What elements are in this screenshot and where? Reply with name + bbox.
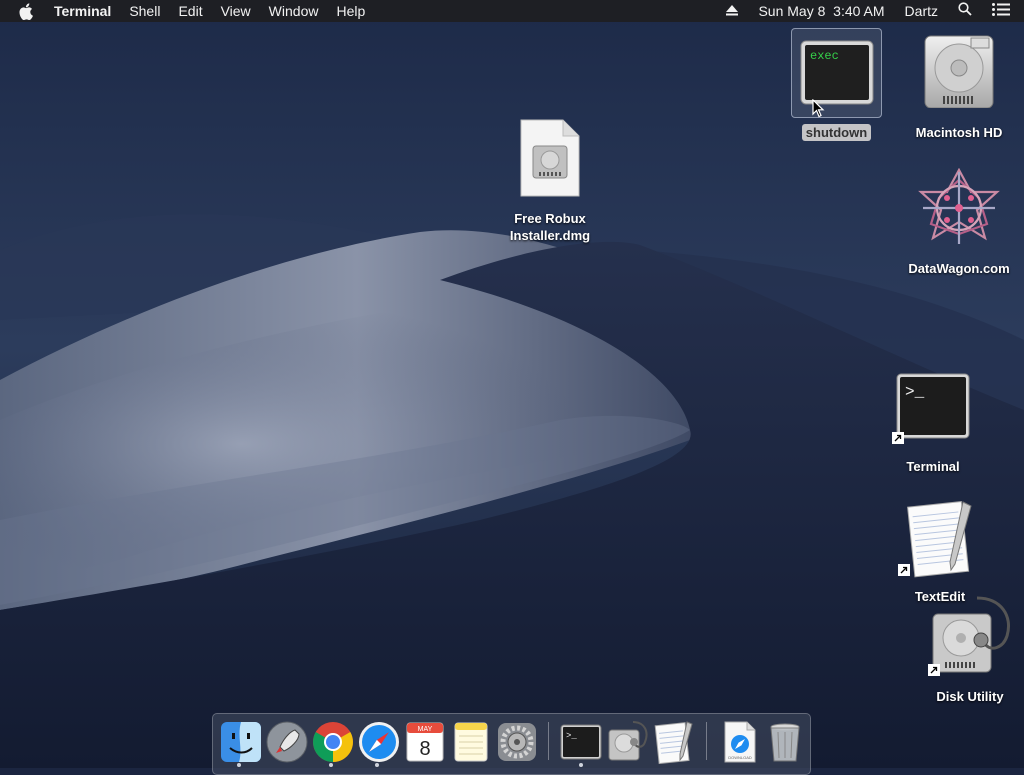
menu-bar: Terminal Shell Edit View Window Help Sun… [0,0,1024,22]
dock-chrome-icon[interactable] [311,720,355,764]
dock-trash-icon[interactable] [763,720,807,764]
calendar-month-text: MAY [418,726,433,733]
disk-utility-label: Disk Utility [936,689,1004,704]
apple-menu-icon[interactable] [0,2,45,20]
dock-terminal-icon[interactable]: >_ [559,720,603,764]
eject-icon[interactable] [716,0,748,22]
menu-window[interactable]: Window [260,0,328,22]
dock-running-indicator [579,763,583,767]
dock-launchpad-icon[interactable] [265,720,309,764]
terminal-app-icon: >_ [896,373,970,439]
menu-help[interactable]: Help [327,0,374,22]
exec-script-icon: exec [800,40,874,105]
shutdown-label: shutdown [802,124,871,141]
dock-running-indicator [329,763,333,767]
alias-arrow-icon [928,664,940,676]
terminal-prompt-text: >_ [905,383,925,401]
alias-arrow-icon [898,564,910,576]
dock-downloads-stack-icon[interactable]: DOWNLOAD [717,720,761,764]
menu-edit[interactable]: Edit [169,0,211,22]
desktop-item-terminal[interactable]: >_ Terminal [884,372,982,475]
dock-notes-icon[interactable] [449,720,493,764]
menu-view[interactable]: View [212,0,260,22]
desktop-item-shutdown[interactable]: exec [800,40,874,106]
desktop-item-macintosh-hd[interactable]: Macintosh HD [906,34,1012,141]
dock-terminal-prompt-text: >_ [566,731,577,741]
textedit-app-icon [907,501,972,578]
datawagon-logo-icon [918,168,1000,244]
dock-textedit-icon[interactable] [651,720,695,764]
terminal-label: Terminal [906,459,960,474]
dock-safari-icon[interactable] [357,720,401,764]
alias-arrow-icon [892,432,904,444]
notification-center-icon[interactable] [982,0,1024,22]
desktop-item-disk-utility[interactable]: Disk Utility [922,596,1018,705]
desktop-item-datawagon[interactable]: DataWagon.com [900,168,1018,277]
free-robux-label-line2: Installer.dmg [509,228,591,243]
mouse-cursor-icon [812,99,825,118]
dock-system-preferences-icon[interactable] [495,720,539,764]
exec-thumbnail-text: exec [810,49,839,63]
downloads-label-text: DOWNLOAD [728,755,752,760]
dock-finder-icon[interactable] [219,720,263,764]
dock-running-indicator [237,763,241,767]
free-robux-label-line1: Free Robux [514,211,586,226]
desktop-item-textedit[interactable]: TextEdit [892,498,988,605]
dock-separator [548,722,549,760]
menubar-clock[interactable]: Sun May 8 3:40 AM [748,0,894,22]
menubar-user[interactable]: Dartz [895,0,948,22]
spotlight-search-icon[interactable] [948,0,982,22]
dock-calendar-icon[interactable]: MAY 8 [403,720,447,764]
dock-running-indicator [375,763,379,767]
dock-separator [706,722,707,760]
menu-shell[interactable]: Shell [120,0,169,22]
dock: MAY 8 >_ DOWNLOAD [212,713,811,775]
datawagon-label: DataWagon.com [908,261,1010,276]
desktop-item-free-robux-dmg[interactable]: Free Robux Installer.dmg [500,118,600,244]
dock-disk-utility-icon[interactable] [605,720,649,764]
calendar-day-text: 8 [419,738,430,760]
macintosh-hd-label: Macintosh HD [915,125,1003,140]
menu-app-terminal[interactable]: Terminal [45,0,120,22]
hard-drive-icon [924,35,994,108]
dmg-file-icon [520,119,580,197]
